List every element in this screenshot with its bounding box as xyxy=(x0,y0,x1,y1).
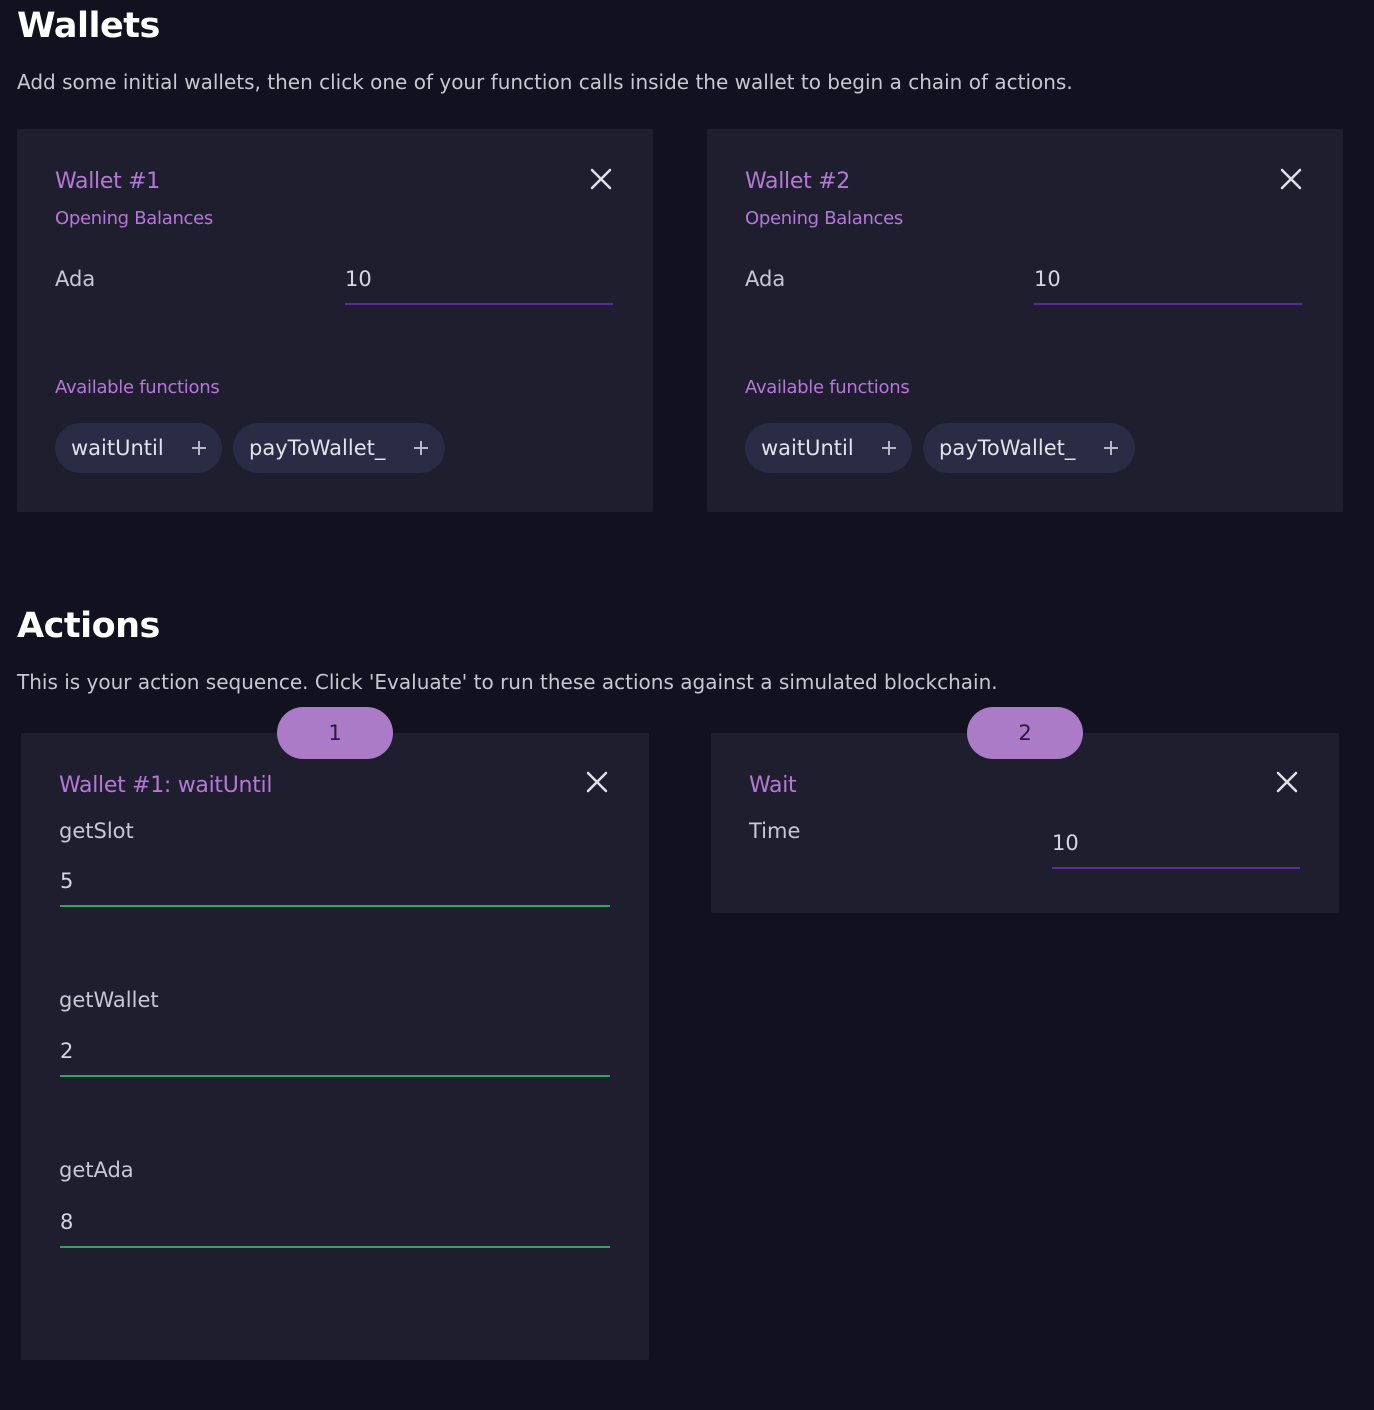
function-chip-waituntil[interactable]: waitUntil xyxy=(745,423,912,473)
function-name: waitUntil xyxy=(71,436,164,460)
available-functions-label: Available functions xyxy=(55,377,220,398)
actions-description: This is your action sequence. Click 'Eva… xyxy=(17,670,998,694)
getada-input[interactable] xyxy=(60,1210,610,1248)
wallets-description: Add some initial wallets, then click one… xyxy=(17,70,1073,94)
available-functions-label: Available functions xyxy=(745,377,910,398)
sequence-badge: 2 xyxy=(967,707,1083,759)
opening-balances-label: Opening Balances xyxy=(745,208,903,229)
wallet-title: Wallet #2 xyxy=(745,169,850,194)
function-name: payToWallet_ xyxy=(249,436,386,460)
field-label-getslot: getSlot xyxy=(59,819,134,843)
close-icon[interactable] xyxy=(588,166,614,192)
getslot-input[interactable] xyxy=(60,869,610,907)
ada-balance-input[interactable] xyxy=(1034,267,1302,305)
close-icon[interactable] xyxy=(584,769,610,795)
field-label-getada: getAda xyxy=(59,1158,134,1182)
function-chip-waituntil[interactable]: waitUntil xyxy=(55,423,222,473)
wallet-card-1: Wallet #1 Opening Balances Ada Available… xyxy=(17,129,653,512)
opening-balances-label: Opening Balances xyxy=(55,208,213,229)
wallets-heading: Wallets xyxy=(17,6,160,46)
action-title: Wallet #1: waitUntil xyxy=(59,773,273,798)
close-icon[interactable] xyxy=(1278,166,1304,192)
wallet-title: Wallet #1 xyxy=(55,169,160,194)
ada-balance-input[interactable] xyxy=(345,267,613,305)
currency-label: Ada xyxy=(745,267,786,291)
getwallet-input[interactable] xyxy=(60,1039,610,1077)
wallet-card-2: Wallet #2 Opening Balances Ada Available… xyxy=(707,129,1343,512)
function-chip-paytowallet[interactable]: payToWallet_ xyxy=(233,423,445,473)
plus-icon xyxy=(190,439,208,457)
actions-heading: Actions xyxy=(17,606,160,646)
currency-label: Ada xyxy=(55,267,96,291)
sequence-badge: 1 xyxy=(277,707,393,759)
action-card-1[interactable]: Wallet #1: waitUntil getSlot getWallet g… xyxy=(21,733,649,1360)
plus-icon xyxy=(880,439,898,457)
time-input[interactable] xyxy=(1052,831,1300,869)
function-chip-paytowallet[interactable]: payToWallet_ xyxy=(923,423,1135,473)
action-card-2[interactable]: Wait Time xyxy=(711,733,1339,913)
function-name: payToWallet_ xyxy=(939,436,1076,460)
field-label-getwallet: getWallet xyxy=(59,988,159,1012)
field-label-time: Time xyxy=(749,819,801,843)
plus-icon xyxy=(1102,439,1120,457)
plus-icon xyxy=(412,439,430,457)
function-name: waitUntil xyxy=(761,436,854,460)
close-icon[interactable] xyxy=(1274,769,1300,795)
action-title: Wait xyxy=(749,773,797,798)
